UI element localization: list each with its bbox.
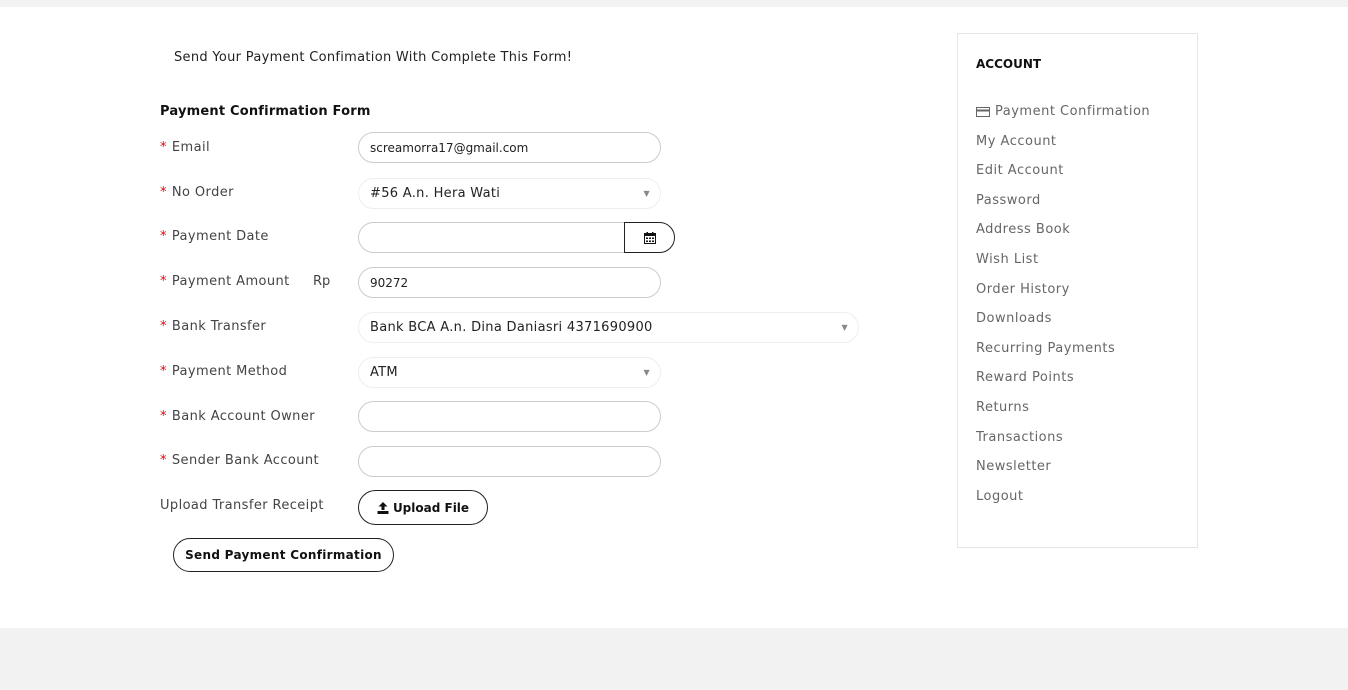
required-marker: * (160, 453, 167, 468)
send-payment-confirmation-button[interactable]: Send Payment Confirmation (173, 538, 394, 572)
payment-amount-field[interactable] (358, 267, 661, 298)
sidebar-item-label: Payment Confirmation (995, 104, 1151, 119)
bank-transfer-label: * Bank Transfer (160, 319, 266, 334)
account-menu: Payment Confirmation My Account Edit Acc… (976, 102, 1150, 516)
upload-icon (377, 501, 389, 514)
calendar-button[interactable] (624, 222, 675, 253)
sender-bank-account-label: * Sender Bank Account (160, 453, 319, 468)
required-marker: * (160, 319, 167, 334)
bank-transfer-value: Bank BCA A.n. Dina Daniasri 4371690900 (370, 320, 653, 335)
no-order-label: * No Order (160, 185, 234, 200)
sidebar-item-recurring-payments[interactable]: Recurring Payments (976, 339, 1150, 369)
intro-text: Send Your Payment Confimation With Compl… (174, 50, 573, 65)
no-order-value: #56 A.n. Hera Wati (370, 186, 501, 201)
sidebar-item-address-book[interactable]: Address Book (976, 220, 1150, 250)
payment-amount-label-text: Payment Amount (171, 274, 290, 289)
sidebar-item-returns[interactable]: Returns (976, 398, 1150, 428)
top-strip (0, 0, 1348, 7)
sidebar-title: ACCOUNT (976, 57, 1042, 71)
sidebar-item-payment-confirmation[interactable]: Payment Confirmation (976, 102, 1150, 132)
sidebar-item-my-account[interactable]: My Account (976, 132, 1150, 162)
upload-receipt-label: Upload Transfer Receipt (160, 498, 324, 513)
credit-card-icon (976, 107, 990, 117)
calendar-icon (643, 231, 656, 244)
sidebar-item-wish-list[interactable]: Wish List (976, 250, 1150, 280)
required-marker: * (160, 274, 167, 289)
required-marker: * (160, 409, 167, 424)
email-field[interactable] (358, 132, 661, 163)
upload-file-label: Upload File (392, 500, 470, 515)
payment-date-label-text: Payment Date (171, 229, 269, 244)
payment-method-select[interactable]: ATM ▼ (358, 357, 661, 388)
payment-date-label: * Payment Date (160, 229, 269, 244)
sidebar-item-password[interactable]: Password (976, 191, 1150, 221)
sender-bank-account-label-text: Sender Bank Account (171, 453, 319, 468)
form-title: Payment Confirmation Form (160, 104, 371, 119)
required-marker: * (160, 229, 167, 244)
bank-account-owner-label-text: Bank Account Owner (171, 409, 315, 424)
required-marker: * (160, 140, 167, 155)
sidebar-item-order-history[interactable]: Order History (976, 280, 1150, 310)
sender-bank-account-field[interactable] (358, 446, 661, 477)
email-label: * Email (160, 140, 210, 155)
caret-down-icon: ▼ (643, 368, 650, 377)
bank-account-owner-field[interactable] (358, 401, 661, 432)
footer (0, 628, 1348, 690)
sidebar-item-reward-points[interactable]: Reward Points (976, 368, 1150, 398)
email-label-text: Email (171, 140, 210, 155)
payment-date-field[interactable] (358, 222, 626, 253)
payment-method-label: * Payment Method (160, 364, 287, 379)
payment-amount-label: * Payment Amount (160, 274, 290, 289)
currency-prefix: Rp (313, 274, 331, 289)
sidebar-item-transactions[interactable]: Transactions (976, 428, 1150, 458)
required-marker: * (160, 185, 167, 200)
no-order-select[interactable]: #56 A.n. Hera Wati ▼ (358, 178, 661, 209)
payment-method-label-text: Payment Method (171, 364, 288, 379)
payment-method-value: ATM (370, 365, 398, 380)
no-order-label-text: No Order (171, 185, 234, 200)
upload-file-button[interactable]: Upload File (358, 490, 488, 525)
sidebar-item-edit-account[interactable]: Edit Account (976, 161, 1150, 191)
account-sidebar: ACCOUNT Payment Confirmation My Account … (957, 33, 1198, 548)
bank-transfer-select[interactable]: Bank BCA A.n. Dina Daniasri 4371690900 ▼ (358, 312, 859, 343)
sidebar-item-downloads[interactable]: Downloads (976, 309, 1150, 339)
bank-account-owner-label: * Bank Account Owner (160, 409, 315, 424)
caret-down-icon: ▼ (841, 323, 848, 332)
bank-transfer-label-text: Bank Transfer (171, 319, 267, 334)
caret-down-icon: ▼ (643, 189, 650, 198)
sidebar-item-logout[interactable]: Logout (976, 487, 1150, 517)
sidebar-item-newsletter[interactable]: Newsletter (976, 457, 1150, 487)
required-marker: * (160, 364, 167, 379)
